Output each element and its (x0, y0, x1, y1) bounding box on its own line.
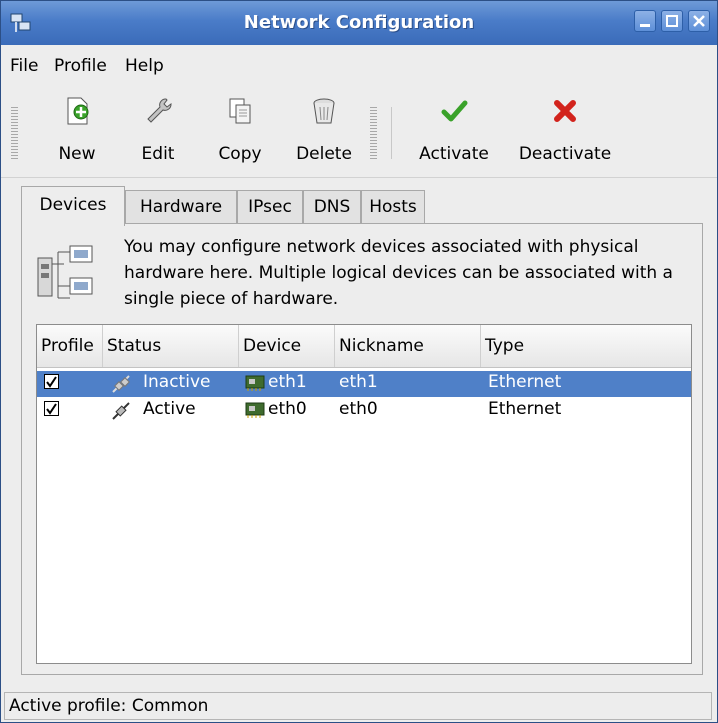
device-cell: eth0 (268, 399, 307, 419)
title-bar[interactable]: Network Configuration (1, 1, 717, 45)
edit-button[interactable]: Edit (127, 93, 189, 171)
wrench-icon (147, 98, 172, 123)
edit-label: Edit (141, 144, 175, 164)
new-button[interactable]: New (41, 93, 113, 171)
toolbar-separator (391, 107, 392, 159)
close-icon (693, 15, 705, 27)
tab-hardware[interactable]: Hardware (125, 190, 237, 224)
device-list[interactable]: Profile Status Device Nickname Type Inac… (36, 324, 692, 664)
type-cell: Ethernet (488, 372, 562, 392)
activate-button[interactable]: Activate (409, 93, 499, 171)
trash-icon (313, 98, 335, 124)
profile-checkbox[interactable] (44, 374, 59, 389)
network-devices-icon (37, 245, 93, 299)
minimize-icon (640, 24, 650, 27)
device-row-eth0[interactable]: Active eth0 eth0 Ethernet (37, 398, 691, 424)
devices-panel: You may configure network devices associ… (21, 223, 703, 675)
maximize-button[interactable] (661, 10, 683, 32)
check-icon (441, 100, 468, 122)
maximize-icon (666, 15, 678, 27)
devices-description: You may configure network devices associ… (124, 237, 673, 309)
activate-label: Activate (419, 144, 489, 164)
column-device[interactable]: Device (239, 325, 335, 367)
status-bar: Active profile: Common (1, 689, 717, 722)
nickname-cell: eth1 (339, 372, 378, 392)
copy-button[interactable]: Copy (207, 93, 273, 171)
menu-file[interactable]: File (10, 56, 38, 76)
network-card-icon (245, 402, 265, 418)
tab-ipsec[interactable]: IPsec (237, 190, 303, 224)
minimize-button[interactable] (634, 10, 656, 32)
disconnected-plug-icon (112, 375, 130, 393)
close-button[interactable] (688, 10, 710, 32)
tab-dns[interactable]: DNS (303, 190, 361, 224)
toolbar-grip[interactable] (11, 107, 18, 159)
checkmark-icon (46, 376, 57, 388)
window-title: Network Configuration (243, 12, 475, 33)
network-configuration-window: Network Configuration File Profile Help … (0, 0, 718, 723)
checkmark-icon (46, 403, 57, 415)
type-cell: Ethernet (488, 399, 562, 419)
menu-help[interactable]: Help (125, 56, 164, 76)
device-cell: eth1 (268, 372, 307, 392)
menu-profile[interactable]: Profile (54, 56, 107, 76)
profile-checkbox[interactable] (44, 401, 59, 416)
red-x-icon (554, 100, 576, 122)
toolbar: New Edit Copy Delete Activate Deactivate (1, 85, 717, 178)
network-card-icon (245, 375, 265, 391)
deactivate-button[interactable]: Deactivate (509, 93, 621, 171)
status-cell: Inactive (143, 372, 211, 392)
new-label: New (58, 144, 96, 164)
new-document-icon (67, 97, 89, 125)
copy-icon (229, 98, 251, 124)
connected-plug-icon (112, 402, 130, 420)
column-status[interactable]: Status (103, 325, 239, 367)
active-profile-status: Active profile: Common (4, 692, 712, 720)
menu-bar: File Profile Help (1, 45, 717, 83)
delete-label: Delete (296, 144, 352, 164)
status-cell: Active (143, 399, 196, 419)
column-type[interactable]: Type (481, 325, 691, 367)
copy-label: Copy (218, 144, 262, 164)
device-list-header: Profile Status Device Nickname Type (37, 325, 691, 368)
device-row-eth1[interactable]: Inactive eth1 eth1 Ethernet (37, 371, 691, 397)
column-nickname[interactable]: Nickname (335, 325, 481, 367)
toolbar-grip-2[interactable] (370, 107, 377, 159)
column-profile[interactable]: Profile (37, 325, 103, 367)
tab-hosts[interactable]: Hosts (361, 190, 425, 224)
tab-devices[interactable]: Devices (21, 186, 125, 226)
deactivate-label: Deactivate (518, 144, 612, 164)
delete-button[interactable]: Delete (288, 93, 360, 171)
nickname-cell: eth0 (339, 399, 378, 419)
